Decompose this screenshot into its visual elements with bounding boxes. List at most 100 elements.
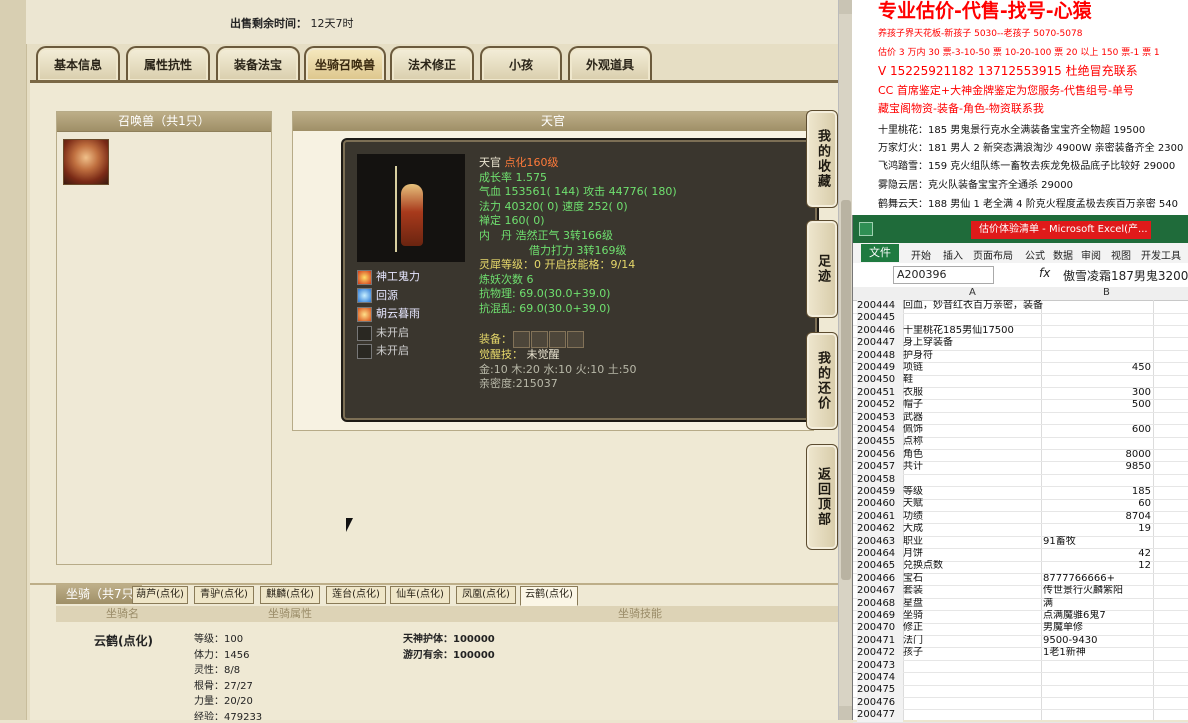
skill-item[interactable]: 回源 bbox=[357, 287, 420, 306]
cell-b[interactable]: 8704 bbox=[1043, 511, 1151, 524]
cell-a[interactable]: 修正 bbox=[903, 622, 1043, 635]
equip-slot[interactable] bbox=[513, 331, 530, 349]
row-number[interactable]: 200465 bbox=[857, 560, 903, 573]
name-box[interactable]: A200396 bbox=[893, 266, 994, 284]
mount-tab[interactable]: 青驴(点化) bbox=[194, 586, 254, 604]
tab-appearance[interactable]: 外观道具 bbox=[568, 46, 652, 81]
row-number[interactable]: 200447 bbox=[857, 337, 903, 350]
ribbon-tab-developer[interactable]: 开发工具 bbox=[1141, 247, 1181, 262]
cell-a[interactable]: 佩饰 bbox=[903, 424, 1043, 437]
row-number[interactable]: 200450 bbox=[857, 374, 903, 387]
cell-a[interactable]: 坐骑 bbox=[903, 610, 1043, 623]
tab-mounts-summons[interactable]: 坐骑召唤兽 bbox=[304, 46, 386, 81]
mount-tab[interactable]: 麒麟(点化) bbox=[260, 586, 320, 604]
skill-item[interactable]: 朝云暮雨 bbox=[357, 305, 420, 324]
cell-b[interactable]: 450 bbox=[1043, 362, 1151, 375]
cell-a[interactable]: 鞋 bbox=[903, 374, 1043, 387]
skill-item[interactable]: 神工鬼力 bbox=[357, 268, 420, 287]
cell-a[interactable]: 兑换点数 bbox=[903, 560, 1043, 573]
cell-b[interactable]: 600 bbox=[1043, 424, 1151, 437]
cell-b[interactable]: 91畜牧 bbox=[1043, 536, 1153, 549]
formula-input[interactable]: 傲雪凌霜187男鬼3200 bbox=[1063, 267, 1188, 284]
cell-a[interactable]: 衣服 bbox=[903, 387, 1043, 400]
spreadsheet-grid[interactable]: 200444回血，妙音红衣百万亲密，装备宝宝齐全200445200446十里桃花… bbox=[853, 300, 1188, 723]
row-number[interactable]: 200472 bbox=[857, 647, 903, 660]
cell-a[interactable]: 角色 bbox=[903, 449, 1043, 462]
equip-slot[interactable] bbox=[549, 331, 566, 349]
column-header-a[interactable]: A bbox=[969, 287, 976, 298]
row-number[interactable]: 200463 bbox=[857, 535, 903, 549]
row-number[interactable]: 200475 bbox=[857, 684, 903, 697]
row-number[interactable]: 200473 bbox=[857, 659, 903, 673]
tab-equipment[interactable]: 装备法宝 bbox=[216, 46, 300, 81]
cell-a[interactable]: 功绩 bbox=[903, 511, 1043, 524]
row-number[interactable]: 200456 bbox=[857, 448, 903, 462]
cell-a[interactable]: 孩子 bbox=[903, 647, 1043, 660]
back-to-top-button[interactable]: 返回顶部 bbox=[806, 444, 838, 550]
cell-b[interactable]: 42 bbox=[1043, 548, 1151, 561]
cell-b[interactable]: 60 bbox=[1043, 498, 1151, 511]
cell-b[interactable]: 9850 bbox=[1043, 461, 1151, 474]
cell-a[interactable]: 护身符 bbox=[903, 350, 1043, 363]
ribbon-tab-data[interactable]: 数据 bbox=[1053, 247, 1073, 262]
ribbon-tab-view[interactable]: 视图 bbox=[1111, 247, 1131, 262]
cell-a[interactable]: 天赋 bbox=[903, 498, 1043, 511]
row-number[interactable]: 200469 bbox=[857, 610, 903, 623]
equip-slot[interactable] bbox=[531, 331, 548, 349]
cell-b[interactable]: 1老1新神 bbox=[1043, 647, 1153, 660]
mount-tab-active[interactable]: 云鹤(点化) bbox=[520, 586, 578, 606]
row-number[interactable]: 200448 bbox=[857, 349, 903, 363]
cell-a[interactable]: 帽子 bbox=[903, 399, 1043, 412]
scroll-up-arrow-icon[interactable] bbox=[839, 0, 852, 14]
row-number[interactable]: 200459 bbox=[857, 486, 903, 499]
row-number[interactable]: 200455 bbox=[857, 436, 903, 449]
cell-a[interactable]: 宝石 bbox=[903, 573, 1043, 586]
file-menu[interactable]: 文件 bbox=[861, 244, 899, 262]
row-number[interactable]: 200458 bbox=[857, 473, 903, 487]
cell-a[interactable]: 职业 bbox=[903, 536, 1043, 549]
cell-a[interactable]: 大成 bbox=[903, 523, 1043, 536]
equip-slot[interactable] bbox=[567, 331, 584, 349]
cell-a[interactable]: 月饼 bbox=[903, 548, 1043, 561]
row-number[interactable]: 200446 bbox=[857, 324, 903, 338]
cell-b[interactable]: 男魔单修 bbox=[1043, 622, 1153, 635]
cell-b[interactable]: 满 bbox=[1043, 598, 1153, 611]
row-number[interactable]: 200452 bbox=[857, 399, 903, 412]
row-number[interactable]: 200471 bbox=[857, 634, 903, 648]
cell-a[interactable]: 项链 bbox=[903, 362, 1043, 375]
column-header-b[interactable]: B bbox=[1103, 287, 1110, 298]
ribbon-tab-review[interactable]: 审阅 bbox=[1081, 247, 1101, 262]
summon-avatar[interactable] bbox=[63, 139, 109, 185]
footprint-button[interactable]: 足迹 bbox=[806, 220, 838, 318]
cell-a[interactable]: 武器 bbox=[903, 412, 1043, 425]
cell-b[interactable]: 9500-9430 bbox=[1043, 635, 1153, 648]
page-scrollbar[interactable] bbox=[838, 0, 852, 720]
scroll-down-arrow-icon[interactable] bbox=[839, 706, 852, 720]
cell-a[interactable]: 点称 bbox=[903, 436, 1043, 449]
row-number[interactable]: 200449 bbox=[857, 362, 903, 375]
cell-b[interactable]: 185 bbox=[1043, 486, 1151, 499]
row-number[interactable]: 200464 bbox=[857, 548, 903, 561]
cell-b[interactable]: 8777766666+ bbox=[1043, 573, 1153, 586]
cell-a[interactable]: 法门 bbox=[903, 635, 1043, 648]
cell-b[interactable]: 8000 bbox=[1043, 449, 1151, 462]
tab-child[interactable]: 小孩 bbox=[480, 46, 562, 81]
row-number[interactable]: 200462 bbox=[857, 523, 903, 536]
cell-b[interactable]: 传世景行火麟紫阳 bbox=[1043, 585, 1153, 598]
cell-a[interactable]: 等级 bbox=[903, 486, 1043, 499]
mount-tab[interactable]: 凤凰(点化) bbox=[456, 586, 516, 604]
row-number[interactable]: 200466 bbox=[857, 572, 903, 586]
ribbon-tab-page-layout[interactable]: 页面布局 bbox=[973, 247, 1013, 262]
cell-a[interactable]: 十里桃花185男仙17500 bbox=[903, 325, 1043, 338]
row-number[interactable]: 200451 bbox=[857, 386, 903, 400]
row-number[interactable]: 200457 bbox=[857, 461, 903, 474]
my-offers-button[interactable]: 我的还价 bbox=[806, 332, 838, 430]
cell-a[interactable]: 回血，妙音红衣百万亲密，装备宝宝齐全 bbox=[903, 300, 1043, 313]
tab-attributes[interactable]: 属性抗性 bbox=[126, 46, 210, 81]
cell-b[interactable]: 500 bbox=[1043, 399, 1151, 412]
row-number[interactable]: 200460 bbox=[857, 498, 903, 511]
row-number[interactable]: 200468 bbox=[857, 597, 903, 611]
row-number[interactable]: 200476 bbox=[857, 696, 903, 710]
cell-a[interactable]: 共计 bbox=[903, 461, 1043, 474]
row-number[interactable]: 200470 bbox=[857, 622, 903, 635]
